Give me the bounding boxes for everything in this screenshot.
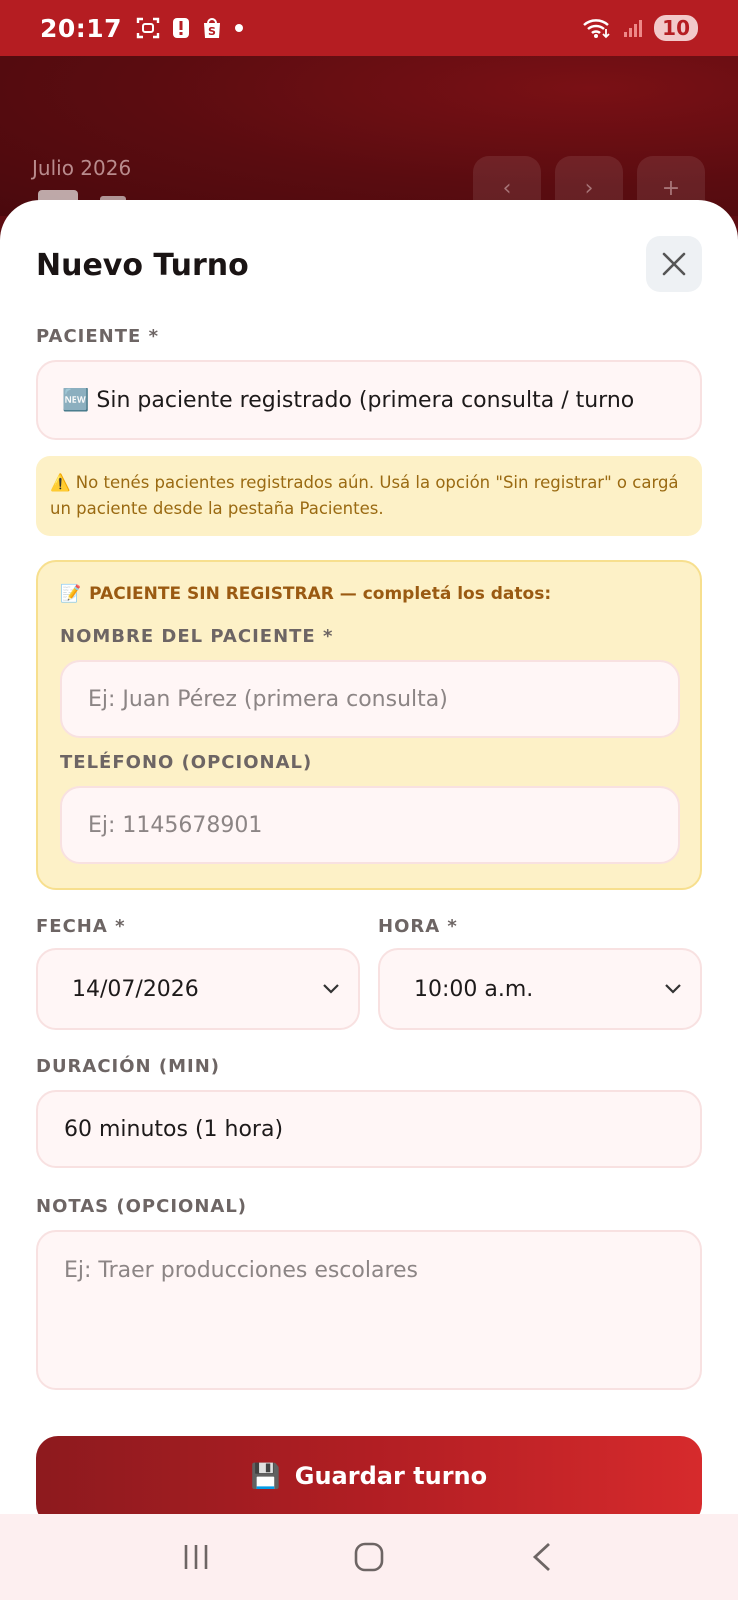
svg-text:S: S	[208, 25, 216, 38]
memo-icon: 📝	[60, 584, 82, 604]
wifi-icon	[582, 17, 612, 39]
time-value: 10:00 a.m.	[414, 976, 534, 1002]
unregistered-patient-panel: 📝 PACIENTE SIN REGISTRAR — completá los …	[36, 560, 702, 890]
time-select[interactable]: 10:00 a.m.	[378, 948, 702, 1030]
patient-name-field[interactable]: Ej: Juan Pérez (primera consulta)	[60, 660, 680, 738]
battery-indicator: 10	[654, 15, 698, 41]
screenshot-icon	[136, 17, 160, 39]
date-label: FECHA *	[36, 916, 126, 937]
time-label: HORA *	[378, 916, 458, 937]
duration-value: 60 minutos (1 hora)	[64, 1116, 284, 1142]
shop-icon: S	[202, 17, 222, 39]
phone-placeholder: Ej: 1145678901	[88, 812, 263, 838]
signal-icon	[622, 17, 644, 39]
unregistered-title-text: PACIENTE SIN REGISTRAR — completá los da…	[89, 584, 552, 604]
notes-textarea[interactable]: Ej: Traer producciones escolares	[36, 1230, 702, 1390]
alert-icon	[172, 17, 190, 39]
status-bar: 20:17 S 10	[0, 0, 738, 56]
month-label: Julio 2026	[32, 156, 132, 180]
patient-name-label: NOMBRE DEL PACIENTE *	[60, 626, 334, 647]
patient-label: PACIENTE *	[36, 326, 159, 347]
date-select[interactable]: 14/07/2026	[36, 948, 360, 1030]
new-appointment-sheet: Nuevo Turno PACIENTE * 🆕 Sin paciente re…	[0, 200, 738, 1526]
notes-label: NOTAS (OPCIONAL)	[36, 1196, 248, 1217]
chevron-down-icon	[665, 984, 681, 994]
patient-select[interactable]: 🆕 Sin paciente registrado (primera consu…	[36, 360, 702, 440]
clock: 20:17	[40, 13, 123, 43]
no-patients-warning: ⚠️ No tenés pacientes registrados aún. U…	[36, 456, 702, 536]
patient-name-placeholder: Ej: Juan Pérez (primera consulta)	[88, 686, 448, 712]
notes-placeholder: Ej: Traer producciones escolares	[64, 1258, 419, 1283]
home-button[interactable]	[339, 1527, 399, 1587]
save-button-label: Guardar turno	[294, 1462, 488, 1490]
duration-label: DURACIÓN (MIN)	[36, 1056, 221, 1077]
recent-apps-icon	[185, 1545, 208, 1569]
calendar-header-background: Julio 2026 ‹ › +	[0, 56, 738, 220]
modal-title: Nuevo Turno	[36, 248, 249, 283]
back-button[interactable]	[512, 1527, 572, 1587]
phone-field[interactable]: Ej: 1145678901	[60, 786, 680, 864]
chevron-down-icon	[323, 984, 339, 994]
date-value: 14/07/2026	[72, 976, 199, 1002]
system-navigation-bar	[0, 1514, 738, 1600]
dot-icon	[234, 23, 244, 33]
save-appointment-button[interactable]: 💾 Guardar turno	[36, 1436, 702, 1526]
close-icon	[662, 252, 686, 276]
home-icon	[354, 1542, 384, 1572]
patient-value: 🆕 Sin paciente registrado (primera consu…	[62, 387, 635, 413]
phone-label: TELÉFONO (OPCIONAL)	[60, 752, 313, 773]
unregistered-title: 📝 PACIENTE SIN REGISTRAR — completá los …	[60, 584, 551, 604]
close-button[interactable]	[646, 236, 702, 292]
recent-apps-button[interactable]	[166, 1527, 226, 1587]
back-icon	[532, 1542, 550, 1572]
duration-select[interactable]: 60 minutos (1 hora)	[36, 1090, 702, 1168]
floppy-disk-icon: 💾	[250, 1462, 281, 1490]
